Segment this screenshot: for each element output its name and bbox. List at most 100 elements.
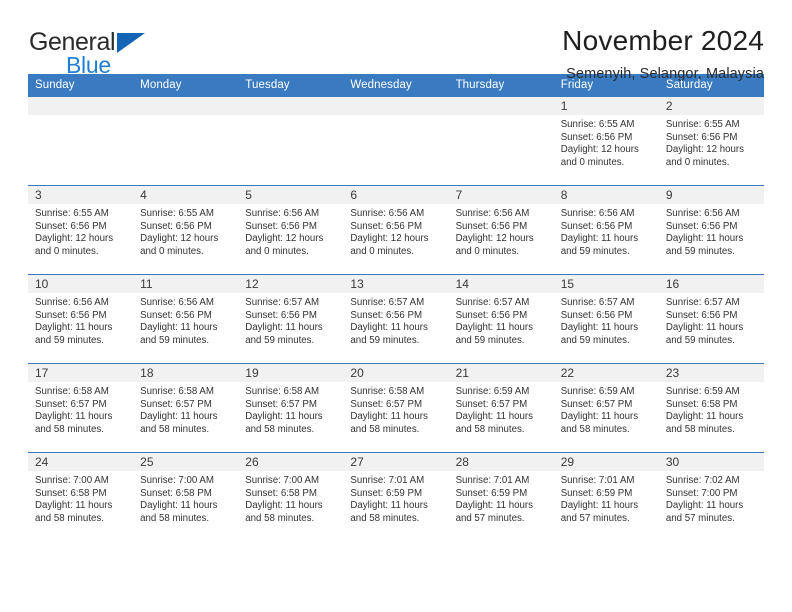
generalblue-logo[interactable]: General Blue — [28, 26, 158, 78]
sunset-text: Sunset: 6:58 PM — [35, 487, 107, 499]
calendar-day-cell[interactable]: 4 Sunrise: 6:55 AM Sunset: 6:56 PM Daylight… — [133, 185, 239, 275]
day-number: 30 — [658, 453, 764, 471]
sunset-text: Sunset: 6:57 PM — [140, 398, 212, 410]
day-details: Sunrise: 6:56 AM Sunset: 6:56 PM Daylight:… — [554, 204, 659, 258]
daylight-text: Daylight: 11 hours and 57 minutes. — [455, 500, 533, 524]
daylight-text: Daylight: 11 hours and 58 minutes. — [35, 500, 113, 524]
sunset-text: Sunset: 6:57 PM — [455, 398, 528, 410]
sunset-text: Sunset: 6:56 PM — [665, 220, 738, 232]
day-details: Sunrise: 6:55 AM Sunset: 6:56 PM Daylight:… — [554, 115, 659, 169]
calendar-day-cell[interactable]: 14 Sunrise: 6:57 AM Sunset: 6:56 PM Dayligh… — [448, 274, 554, 364]
day-number: 14 — [448, 275, 554, 293]
calendar-day-cell[interactable]: 8 Sunrise: 6:56 AM Sunset: 6:56 PM Daylight… — [553, 185, 659, 275]
calendar-day-cell[interactable]: 9 Sunrise: 6:56 AM Sunset: 6:56 PM Daylight… — [658, 185, 764, 275]
sunrise-text: Sunrise: 6:57 AM — [560, 297, 635, 308]
calendar-day-cell[interactable]: 29 Sunrise: 7:01 AM Sunset: 6:59 PM Dayligh… — [553, 452, 659, 542]
page-header: General Blue November 2024 Semenyih, Sel… — [28, 0, 764, 82]
calendar-day-cell[interactable]: 23 Sunrise: 6:59 AM Sunset: 6:58 PM Dayligh… — [658, 363, 764, 453]
title-block: November 2024 Semenyih, Selangor, Malays… — [562, 25, 764, 82]
daylight-text: Daylight: 12 hours and 0 minutes. — [35, 233, 114, 257]
sunset-text: Sunset: 6:57 PM — [245, 398, 317, 410]
sunrise-text: Sunrise: 7:01 AM — [350, 475, 425, 486]
calendar-day-cell[interactable]: 3 Sunrise: 6:55 AM Sunset: 6:56 PM Daylight… — [28, 185, 134, 275]
day-number — [343, 97, 449, 115]
logo-triangle-icon — [117, 33, 145, 53]
calendar-day-cell[interactable]: 24 Sunrise: 7:00 AM Sunset: 6:58 PM Dayligh… — [28, 452, 134, 542]
calendar-day-cell[interactable]: 25 Sunrise: 7:00 AM Sunset: 6:58 PM Dayligh… — [133, 452, 239, 542]
sunrise-text: Sunrise: 6:56 AM — [455, 208, 530, 219]
calendar-day-cell[interactable]: 11 Sunrise: 6:56 AM Sunset: 6:56 PM Dayligh… — [133, 274, 239, 364]
day-number: 13 — [343, 275, 449, 293]
sunrise-text: Sunrise: 6:58 AM — [35, 386, 109, 397]
calendar-day-cell[interactable]: 18 Sunrise: 6:58 AM Sunset: 6:57 PM Dayligh… — [133, 363, 239, 453]
daylight-text: Daylight: 11 hours and 59 minutes. — [245, 322, 323, 346]
day-number: 16 — [658, 275, 764, 293]
daylight-text: Daylight: 12 hours and 0 minutes. — [245, 233, 324, 257]
day-number: 7 — [448, 186, 554, 204]
calendar-table: Sunday Monday Tuesday Wednesday Thursday… — [28, 74, 764, 542]
calendar-day-cell[interactable]: 16 Sunrise: 6:57 AM Sunset: 6:56 PM Dayligh… — [658, 274, 764, 364]
day-number: 6 — [343, 186, 449, 204]
calendar-day-cell[interactable]: 6 Sunrise: 6:56 AM Sunset: 6:56 PM Daylight… — [343, 185, 449, 275]
day-number: 9 — [658, 186, 764, 204]
daylight-text: Daylight: 11 hours and 59 minutes. — [140, 322, 218, 346]
daylight-text: Daylight: 12 hours and 0 minutes. — [455, 233, 534, 257]
day-number: 29 — [553, 453, 659, 471]
calendar-day-cell[interactable]: 7 Sunrise: 6:56 AM Sunset: 6:56 PM Daylight… — [448, 185, 554, 275]
day-number: 22 — [553, 364, 659, 382]
day-details: Sunrise: 6:58 AM Sunset: 6:57 PM Daylight:… — [133, 382, 238, 436]
calendar-day-cell[interactable]: 27 Sunrise: 7:01 AM Sunset: 6:59 PM Dayligh… — [343, 452, 449, 542]
sunrise-text: Sunrise: 6:56 AM — [560, 208, 635, 219]
daylight-text: Daylight: 11 hours and 58 minutes. — [140, 500, 218, 524]
calendar-day-cell[interactable]: 28 Sunrise: 7:01 AM Sunset: 6:59 PM Dayligh… — [448, 452, 554, 542]
day-number: 12 — [238, 275, 344, 293]
sunset-text: Sunset: 6:56 PM — [350, 220, 423, 232]
calendar-day-cell[interactable]: 17 Sunrise: 6:58 AM Sunset: 6:57 PM Dayligh… — [28, 363, 134, 453]
day-details: Sunrise: 6:56 AM Sunset: 6:56 PM Daylight:… — [343, 204, 448, 258]
calendar-week-row: 3 Sunrise: 6:55 AM Sunset: 6:56 PM Daylight… — [28, 185, 764, 275]
calendar-day-cell[interactable]: 1 Sunrise: 6:55 AM Sunset: 6:56 PM Daylight… — [553, 96, 659, 186]
page-title: November 2024 — [562, 25, 764, 56]
day-number: 27 — [343, 453, 449, 471]
daylight-text: Daylight: 11 hours and 58 minutes. — [350, 411, 428, 435]
daylight-text: Daylight: 11 hours and 58 minutes. — [140, 411, 218, 435]
calendar-day-cell[interactable]: 12 Sunrise: 6:57 AM Sunset: 6:56 PM Dayligh… — [238, 274, 344, 364]
daylight-text: Daylight: 11 hours and 59 minutes. — [560, 322, 639, 346]
day-number: 11 — [133, 275, 239, 293]
calendar-day-cell[interactable]: 13 Sunrise: 6:57 AM Sunset: 6:56 PM Dayligh… — [343, 274, 449, 364]
calendar-day-cell[interactable]: 20 Sunrise: 6:58 AM Sunset: 6:57 PM Dayligh… — [343, 363, 449, 453]
weekday-header-tuesday: Tuesday — [238, 74, 344, 97]
day-details: Sunrise: 6:59 AM Sunset: 6:57 PM Daylight:… — [449, 382, 554, 436]
day-number: 18 — [133, 364, 239, 382]
day-number — [238, 97, 344, 115]
sunrise-text: Sunrise: 6:59 AM — [665, 386, 740, 397]
day-details: Sunrise: 7:00 AM Sunset: 6:58 PM Daylight:… — [238, 471, 343, 525]
sunset-text: Sunset: 6:59 PM — [560, 487, 633, 499]
sunrise-text: Sunrise: 6:55 AM — [140, 208, 214, 219]
calendar-day-cell[interactable]: 2 Sunrise: 6:55 AM Sunset: 6:56 PM Daylight… — [658, 96, 764, 186]
daylight-text: Daylight: 12 hours and 0 minutes. — [140, 233, 219, 257]
sunrise-text: Sunrise: 6:57 AM — [665, 297, 740, 308]
day-details: Sunrise: 6:57 AM Sunset: 6:56 PM Daylight:… — [659, 293, 764, 347]
day-details: Sunrise: 6:57 AM Sunset: 6:56 PM Daylight:… — [238, 293, 343, 347]
sunrise-text: Sunrise: 6:58 AM — [350, 386, 425, 397]
day-number: 24 — [28, 453, 134, 471]
sunset-text: Sunset: 6:58 PM — [245, 487, 317, 499]
calendar-day-cell[interactable]: 26 Sunrise: 7:00 AM Sunset: 6:58 PM Dayligh… — [238, 452, 344, 542]
calendar-day-cell[interactable]: 5 Sunrise: 6:56 AM Sunset: 6:56 PM Daylight… — [238, 185, 344, 275]
calendar-day-cell[interactable]: 15 Sunrise: 6:57 AM Sunset: 6:56 PM Dayligh… — [553, 274, 659, 364]
calendar-day-cell[interactable]: 22 Sunrise: 6:59 AM Sunset: 6:57 PM Dayligh… — [553, 363, 659, 453]
day-number: 4 — [133, 186, 239, 204]
daylight-text: Daylight: 11 hours and 59 minutes. — [665, 233, 744, 257]
sunset-text: Sunset: 6:56 PM — [665, 309, 738, 321]
sunset-text: Sunset: 6:56 PM — [140, 220, 212, 232]
daylight-text: Daylight: 12 hours and 0 minutes. — [665, 144, 744, 168]
calendar-day-cell[interactable]: 30 Sunrise: 7:02 AM Sunset: 7:00 PM Dayligh… — [658, 452, 764, 542]
calendar-day-cell[interactable]: 19 Sunrise: 6:58 AM Sunset: 6:57 PM Dayligh… — [238, 363, 344, 453]
calendar-page: General Blue November 2024 Semenyih, Sel… — [0, 0, 792, 612]
calendar-day-cell[interactable]: 10 Sunrise: 6:56 AM Sunset: 6:56 PM Dayligh… — [28, 274, 134, 364]
logo-text-blue: Blue — [66, 52, 111, 78]
calendar-day-cell[interactable]: 21 Sunrise: 6:59 AM Sunset: 6:57 PM Dayligh… — [448, 363, 554, 453]
daylight-text: Daylight: 11 hours and 58 minutes. — [245, 500, 323, 524]
day-details: Sunrise: 6:56 AM Sunset: 6:56 PM Daylight:… — [449, 204, 554, 258]
